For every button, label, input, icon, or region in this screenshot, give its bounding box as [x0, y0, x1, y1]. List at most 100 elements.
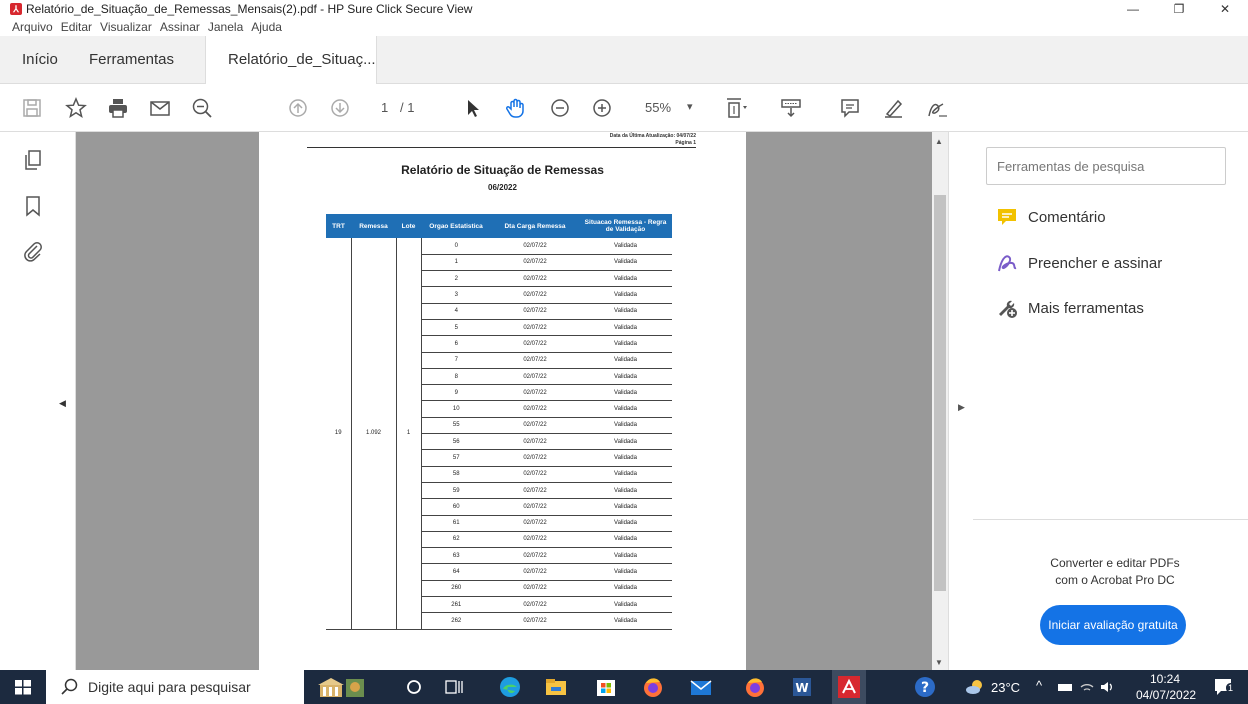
situacao-cell: Validada	[579, 596, 672, 614]
situacao-cell: Validada	[579, 303, 672, 320]
menu-visualizar[interactable]: Visualizar	[100, 20, 152, 34]
tool-comment[interactable]: Comentário	[996, 206, 1106, 228]
scroll-up-arrow-icon[interactable]: ▲	[935, 137, 943, 146]
page-thumbnails-icon[interactable]	[22, 149, 44, 171]
menu-editar[interactable]: Editar	[61, 20, 92, 34]
firefox-icon[interactable]	[641, 675, 665, 699]
situacao-cell: Validada	[579, 417, 672, 435]
acrobat-taskbar-icon[interactable]	[832, 670, 866, 704]
situacao-cell: Validada	[579, 515, 672, 532]
collapse-left-arrow-icon[interactable]: ◀	[59, 398, 66, 409]
page-number-input[interactable]: 1	[381, 100, 388, 115]
menu-arquivo[interactable]: Arquivo	[12, 20, 53, 34]
zoom-in-icon[interactable]	[590, 96, 614, 120]
page-up-icon[interactable]	[286, 96, 310, 120]
promo-text: Converter e editar PDFs com o Acrobat Pr…	[1000, 555, 1230, 589]
data-carga-cell: 02/07/22	[491, 563, 579, 581]
sign-icon[interactable]	[925, 96, 949, 120]
microsoft-store-icon[interactable]	[594, 675, 618, 699]
menu-assinar[interactable]: Assinar	[160, 20, 200, 34]
situacao-cell: Validada	[579, 270, 672, 288]
page-down-icon[interactable]	[328, 96, 352, 120]
tray-overflow-chevron-icon[interactable]: ^	[1036, 678, 1042, 693]
minimize-button[interactable]: —	[1110, 0, 1156, 18]
tab-home[interactable]: Início	[22, 36, 58, 84]
weather-icon[interactable]	[963, 675, 987, 699]
situacao-cell: Validada	[579, 352, 672, 369]
help-icon[interactable]: ?	[913, 675, 937, 699]
cortana-icon[interactable]	[402, 675, 426, 699]
taskbar-search-box[interactable]: Digite aqui para pesquisar	[46, 670, 304, 704]
orgao-cell: 57	[421, 449, 491, 467]
print-icon[interactable]	[106, 96, 130, 120]
data-carga-cell: 02/07/22	[491, 596, 579, 614]
data-carga-cell: 02/07/22	[491, 400, 579, 418]
select-cursor-icon[interactable]	[461, 96, 485, 120]
clock-time[interactable]: 10:24	[1150, 672, 1180, 686]
situacao-cell: Validada	[579, 254, 672, 272]
file-explorer-icon[interactable]	[544, 675, 568, 699]
situacao-cell: Validada	[579, 433, 672, 451]
task-view-icon[interactable]	[442, 675, 466, 699]
scroll-down-arrow-icon[interactable]: ▼	[935, 658, 943, 667]
tool-fill-sign[interactable]: Preencher e assinar	[996, 252, 1162, 274]
zoom-out-icon[interactable]	[548, 96, 572, 120]
tools-search-input[interactable]: Ferramentas de pesquisa	[986, 147, 1226, 185]
menu-janela[interactable]: Janela	[208, 20, 243, 34]
save-icon[interactable]	[20, 96, 44, 120]
tab-document[interactable]: Relatório_de_Situaç... ×	[205, 36, 377, 115]
column-header-lote: Lote	[396, 214, 421, 238]
scrollbar-thumb[interactable]	[934, 195, 946, 591]
mail-icon[interactable]	[689, 675, 713, 699]
notification-count-badge: 1	[1226, 683, 1236, 693]
volume-icon[interactable]	[1099, 679, 1115, 695]
table-row: 19 1.092 1 0 02/07/22 Validada	[326, 238, 672, 630]
orgao-cell: 0	[421, 238, 491, 255]
zoom-search-icon[interactable]	[190, 96, 214, 120]
email-icon[interactable]	[148, 96, 172, 120]
weather-temperature[interactable]: 23°C	[991, 680, 1020, 695]
data-carga-cell: 02/07/22	[491, 449, 579, 467]
restore-button[interactable]: ❐	[1156, 0, 1202, 18]
network-icon[interactable]	[1057, 679, 1073, 695]
menu-ajuda[interactable]: Ajuda	[251, 20, 282, 34]
situacao-cell: Validada	[579, 368, 672, 386]
hand-tool-icon[interactable]	[504, 96, 528, 120]
collapse-right-arrow-icon[interactable]: ▶	[958, 402, 965, 413]
windows-start-icon[interactable]	[11, 675, 35, 699]
orgao-cell: 61	[421, 515, 491, 532]
acrobat-logo-icon: ⅄	[10, 3, 22, 15]
star-icon[interactable]	[64, 96, 88, 120]
promo-divider	[973, 519, 1248, 520]
zoom-level[interactable]: 55%	[645, 100, 671, 115]
column-header-remessa: Remessa	[351, 214, 396, 238]
close-button[interactable]: ✕	[1202, 0, 1248, 18]
orgao-cell: 59	[421, 482, 491, 500]
data-carga-cell: 02/07/22	[491, 482, 579, 500]
clock-date[interactable]: 04/07/2022	[1136, 688, 1196, 702]
highlight-pen-icon[interactable]	[882, 96, 906, 120]
search-highlight-icon[interactable]	[316, 675, 368, 699]
scroll-mode-icon[interactable]	[779, 96, 803, 120]
remessa-cell: 1.092	[350, 238, 397, 630]
data-carga-cell: 02/07/22	[491, 238, 579, 255]
orgao-cell: 261	[421, 596, 491, 614]
bookmark-icon[interactable]	[22, 195, 44, 217]
comment-toolbar-icon[interactable]	[838, 96, 862, 120]
start-trial-button[interactable]: Iniciar avaliação gratuita	[1040, 605, 1186, 645]
edge-browser-icon[interactable]	[498, 675, 522, 699]
wifi-icon[interactable]	[1079, 679, 1095, 695]
fit-page-icon[interactable]	[724, 96, 748, 120]
zoom-dropdown-chevron-icon[interactable]: ▾	[687, 100, 693, 113]
orgao-cell: 64	[421, 563, 491, 581]
attachment-icon[interactable]	[22, 240, 44, 262]
data-carga-cell: 02/07/22	[491, 270, 579, 288]
document-viewport[interactable]: Data da Última Atualização: 04/07/22 Pág…	[76, 132, 948, 670]
tab-tools[interactable]: Ferramentas	[89, 36, 174, 84]
word-icon[interactable]: W	[790, 675, 814, 699]
tool-more-tools[interactable]: Mais ferramentas	[996, 297, 1144, 319]
situacao-cell: Validada	[579, 531, 672, 549]
firefox-secondary-icon[interactable]	[743, 675, 767, 699]
orgao-cell: 2	[421, 270, 491, 288]
data-carga-cell: 02/07/22	[491, 466, 579, 483]
